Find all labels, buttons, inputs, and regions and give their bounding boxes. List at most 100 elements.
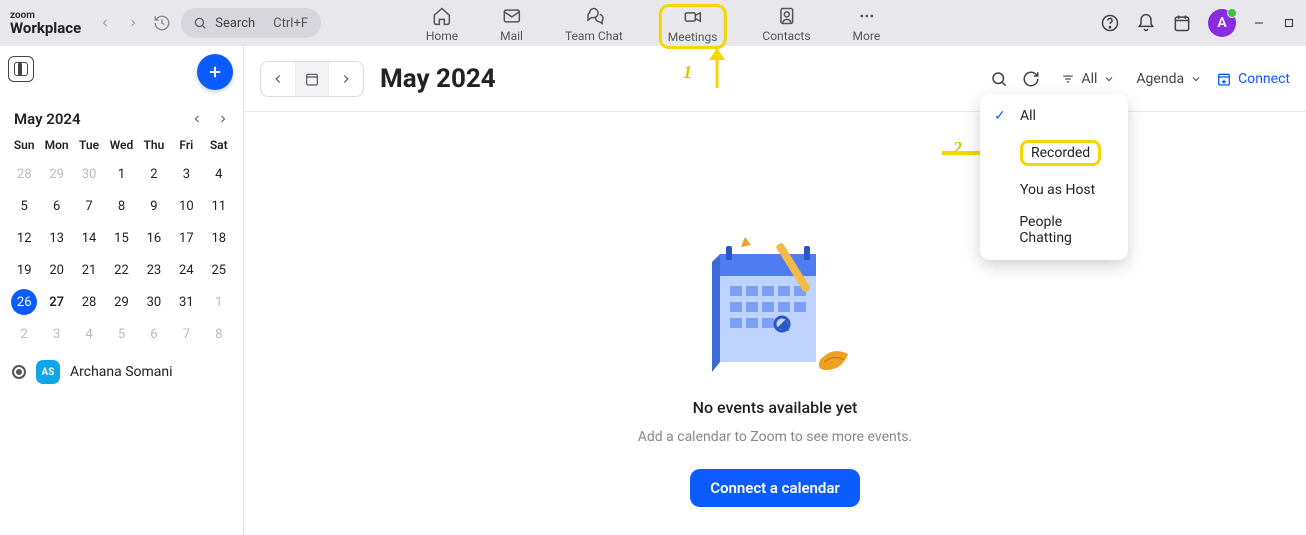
mini-calendar-day[interactable]: 20 — [40, 254, 72, 286]
mini-calendar-day[interactable]: 2 — [8, 318, 40, 350]
view-dropdown-button[interactable]: Agenda — [1136, 71, 1202, 87]
maximize-button[interactable] — [1282, 16, 1296, 30]
refresh-button[interactable] — [1022, 70, 1040, 88]
mini-calendar-day[interactable]: 18 — [203, 222, 235, 254]
calendar-icon[interactable] — [1172, 13, 1192, 33]
avatar[interactable]: A — [1208, 9, 1236, 37]
mini-calendar-day[interactable]: 2 — [138, 158, 170, 190]
check-icon: ✓ — [994, 108, 1010, 124]
tab-mail[interactable]: Mail — [494, 4, 529, 45]
tab-more[interactable]: More — [847, 4, 887, 45]
nav-back-button[interactable] — [93, 11, 117, 35]
filter-option-host[interactable]: ✓ You as Host — [980, 174, 1128, 206]
tab-team-chat[interactable]: Team Chat — [559, 4, 629, 45]
mini-calendar-day[interactable]: 3 — [170, 158, 202, 190]
mini-calendar-day[interactable]: 30 — [138, 286, 170, 318]
connect-calendar-button[interactable]: Connect a calendar — [690, 469, 860, 507]
top-bar: zoom Workplace Search Ctrl+F Home Mail T… — [0, 0, 1306, 46]
mini-calendar-day[interactable]: 5 — [8, 190, 40, 222]
toolbar-search-button[interactable] — [990, 70, 1008, 88]
mini-calendar-day[interactable]: 11 — [203, 190, 235, 222]
mini-calendar-day[interactable]: 6 — [138, 318, 170, 350]
mini-calendar-day[interactable]: 4 — [73, 318, 105, 350]
connect-link[interactable]: Connect — [1216, 71, 1290, 87]
mini-calendar-day[interactable]: 9 — [138, 190, 170, 222]
filter-option-all[interactable]: ✓ All — [980, 100, 1128, 132]
mini-calendar-day[interactable]: 25 — [203, 254, 235, 286]
mini-calendar-day[interactable]: 26 — [8, 286, 40, 318]
mini-calendar: SunMonTueWedThuFriSat 282930123456789101… — [8, 138, 235, 350]
home-icon — [432, 6, 452, 26]
tab-meetings-label: Meetings — [668, 30, 718, 44]
search-input[interactable]: Search Ctrl+F — [181, 8, 321, 38]
main-area: May 2024 All Agenda Connect — [244, 46, 1306, 535]
filter-option-recorded[interactable]: ✓ Recorded — [980, 132, 1128, 174]
today-button[interactable] — [295, 62, 329, 96]
nav-forward-button[interactable] — [121, 11, 145, 35]
filter-icon — [1061, 72, 1075, 86]
calendar-toolbar: May 2024 All Agenda Connect — [244, 46, 1306, 112]
content: May 2024 SunMonTueWedThuFriSat 282930123… — [0, 46, 1306, 535]
mini-calendar-day[interactable]: 10 — [170, 190, 202, 222]
mini-calendar-day[interactable]: 17 — [170, 222, 202, 254]
mini-calendar-day[interactable]: 15 — [105, 222, 137, 254]
minimize-button[interactable] — [1252, 16, 1266, 30]
view-label: Agenda — [1136, 71, 1184, 87]
mini-calendar-day[interactable]: 22 — [105, 254, 137, 286]
prev-period-button[interactable] — [261, 62, 295, 96]
mini-calendar-day[interactable]: 13 — [40, 222, 72, 254]
filter-dropdown-button[interactable]: All — [1054, 66, 1122, 92]
mini-calendar-day[interactable]: 12 — [8, 222, 40, 254]
mini-prev-button[interactable] — [191, 113, 203, 125]
mini-calendar-day[interactable]: 28 — [8, 158, 40, 190]
bell-icon[interactable] — [1136, 13, 1156, 33]
mini-calendar-day[interactable]: 7 — [73, 190, 105, 222]
mini-calendar-day[interactable]: 7 — [170, 318, 202, 350]
mini-next-button[interactable] — [217, 113, 229, 125]
filter-dropdown-menu: ✓ All ✓ Recorded ✓ You as Host ✓ People … — [980, 94, 1128, 260]
mini-calendar-day[interactable]: 14 — [73, 222, 105, 254]
mini-calendar-day[interactable]: 21 — [73, 254, 105, 286]
help-icon[interactable] — [1100, 13, 1120, 33]
mini-calendar-day[interactable]: 27 — [40, 286, 72, 318]
user-badge: AS — [36, 360, 60, 384]
mini-calendar-day[interactable]: 16 — [138, 222, 170, 254]
mini-calendar-day[interactable]: 3 — [40, 318, 72, 350]
tab-more-label: More — [853, 29, 881, 43]
tab-home[interactable]: Home — [420, 4, 464, 45]
dow-label: Wed — [105, 138, 137, 152]
mini-calendar-day[interactable]: 5 — [105, 318, 137, 350]
mini-calendar-day[interactable]: 24 — [170, 254, 202, 286]
search-placeholder: Search — [215, 16, 255, 31]
mini-calendar-day[interactable]: 4 — [203, 158, 235, 190]
tab-team-chat-label: Team Chat — [565, 29, 623, 43]
mini-calendar-day[interactable]: 29 — [40, 158, 72, 190]
mini-calendar-day[interactable]: 1 — [203, 286, 235, 318]
tab-meetings[interactable]: Meetings — [659, 4, 727, 49]
history-icon[interactable] — [149, 10, 175, 36]
mini-calendar-day[interactable]: 8 — [105, 190, 137, 222]
radio-icon — [12, 365, 26, 379]
panel-toggle-button[interactable] — [8, 56, 34, 82]
brand: zoom Workplace — [10, 11, 81, 36]
mini-calendar-day[interactable]: 1 — [105, 158, 137, 190]
calendar-user-row[interactable]: AS Archana Somani — [8, 360, 235, 384]
mini-calendar-day[interactable]: 31 — [170, 286, 202, 318]
tab-contacts[interactable]: Contacts — [756, 4, 816, 45]
mini-calendar-day[interactable]: 30 — [73, 158, 105, 190]
add-event-button[interactable] — [197, 54, 233, 90]
dow-label: Sun — [8, 138, 40, 152]
mini-calendar-day[interactable]: 28 — [73, 286, 105, 318]
next-period-button[interactable] — [329, 62, 363, 96]
top-right-controls: A — [1100, 9, 1296, 37]
filter-option-chatting[interactable]: ✓ People Chatting — [980, 206, 1128, 254]
mini-calendar-day[interactable]: 19 — [8, 254, 40, 286]
mini-calendar-day[interactable]: 6 — [40, 190, 72, 222]
mini-calendar-day[interactable]: 23 — [138, 254, 170, 286]
mini-calendar-day[interactable]: 29 — [105, 286, 137, 318]
tab-home-label: Home — [426, 29, 458, 43]
search-icon — [193, 16, 207, 30]
mini-calendar-header: May 2024 — [8, 110, 235, 128]
mini-calendar-day[interactable]: 8 — [203, 318, 235, 350]
dow-label: Tue — [73, 138, 105, 152]
